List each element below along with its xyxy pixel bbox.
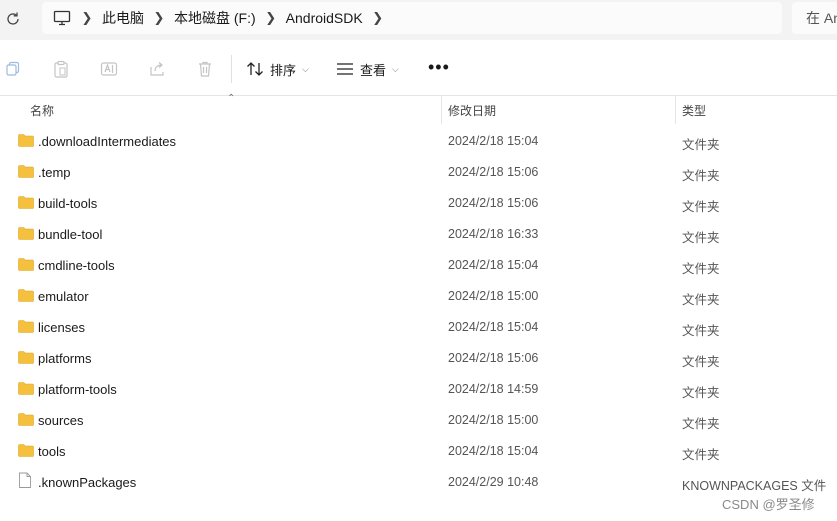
view-list-icon: [337, 63, 353, 75]
copy-icon[interactable]: [2, 58, 24, 80]
file-name: platforms: [38, 351, 92, 366]
file-name: build-tools: [38, 196, 98, 211]
folder-icon: [18, 381, 34, 395]
folder-icon: [18, 319, 34, 333]
file-row[interactable]: .knownPackages 2024/2/29 10:48 KNOWNPACK…: [0, 467, 837, 498]
file-type: 文件夹: [682, 138, 720, 152]
file-row[interactable]: licenses 2024/2/18 15:04 文件夹: [0, 312, 837, 343]
file-modified: 2024/2/29 10:48: [448, 475, 539, 489]
file-name: emulator: [38, 289, 89, 304]
file-type: 文件夹: [682, 231, 720, 245]
address-box[interactable]: ❯ 此电脑 ❯ 本地磁盘 (F:) ❯ AndroidSDK ❯: [42, 2, 782, 34]
folder-icon: [18, 412, 34, 426]
this-pc-icon[interactable]: [52, 8, 72, 28]
file-row[interactable]: .downloadIntermediates 2024/2/18 15:04 文…: [0, 126, 837, 157]
sort-button[interactable]: 排序 ⌵: [246, 56, 309, 82]
breadcrumb-drive-f[interactable]: 本地磁盘 (F:): [174, 8, 256, 28]
view-button[interactable]: 查看 ⌵: [336, 56, 399, 82]
breadcrumb-this-pc[interactable]: 此电脑: [102, 8, 144, 28]
folder-icon: [18, 226, 34, 240]
file-name: licenses: [38, 320, 85, 335]
file-row[interactable]: platform-tools 2024/2/18 14:59 文件夹: [0, 374, 837, 405]
file-name: tools: [38, 444, 66, 459]
file-modified: 2024/2/18 15:04: [448, 444, 539, 458]
column-header-row: ⌃ 名称 修改日期 类型: [0, 93, 837, 124]
file-row[interactable]: .temp 2024/2/18 15:06 文件夹: [0, 157, 837, 188]
sort-label: 排序: [270, 62, 297, 78]
sort-ascending-icon: ⌃: [227, 93, 236, 104]
folder-icon: [18, 195, 34, 209]
file-type: 文件夹: [682, 355, 720, 369]
file-modified: 2024/2/18 15:04: [448, 258, 539, 272]
file-type: 文件夹: [682, 448, 720, 462]
breadcrumb-chevron-icon[interactable]: ❯: [363, 10, 393, 26]
file-row[interactable]: platforms 2024/2/18 15:06 文件夹: [0, 343, 837, 374]
file-row[interactable]: sources 2024/2/18 15:00 文件夹: [0, 405, 837, 436]
file-icon: [18, 472, 34, 488]
rename-icon[interactable]: [98, 58, 120, 80]
folder-icon: [18, 350, 34, 364]
file-type: KNOWNPACKAGES 文件: [682, 479, 827, 493]
file-modified: 2024/2/18 16:33: [448, 227, 539, 241]
file-type: 文件夹: [682, 386, 720, 400]
breadcrumb-chevron-icon[interactable]: ❯: [72, 10, 102, 26]
command-bar: 排序 ⌵ 查看 ⌵ •••: [0, 40, 837, 96]
file-name: bundle-tool: [38, 227, 103, 242]
file-type: 文件夹: [682, 324, 720, 338]
column-header-name[interactable]: 名称: [30, 102, 54, 119]
search-input[interactable]: 在 An: [792, 2, 837, 34]
file-name: sources: [38, 413, 84, 428]
toolbar-divider: [231, 55, 232, 83]
folder-icon: [18, 257, 34, 271]
column-header-type[interactable]: 类型: [682, 102, 706, 119]
breadcrumb-chevron-icon[interactable]: ❯: [144, 10, 174, 26]
file-type: 文件夹: [682, 417, 720, 431]
view-label: 查看: [360, 62, 387, 78]
watermark: CSDN @罗圣修: [722, 497, 815, 512]
file-row[interactable]: emulator 2024/2/18 15:00 文件夹: [0, 281, 837, 312]
file-type: 文件夹: [682, 262, 720, 276]
folder-icon: [18, 133, 34, 147]
file-name: .downloadIntermediates: [38, 134, 177, 149]
folder-icon: [18, 288, 34, 302]
file-modified: 2024/2/18 14:59: [448, 382, 539, 396]
sort-icon: [247, 62, 263, 76]
file-modified: 2024/2/18 15:04: [448, 320, 539, 334]
file-modified: 2024/2/18 15:06: [448, 196, 539, 210]
file-modified: 2024/2/18 15:06: [448, 351, 539, 365]
file-row[interactable]: build-tools 2024/2/18 15:06 文件夹: [0, 188, 837, 219]
file-row[interactable]: tools 2024/2/18 15:04 文件夹: [0, 436, 837, 467]
file-modified: 2024/2/18 15:06: [448, 165, 539, 179]
folder-icon: [18, 164, 34, 178]
file-name: cmdline-tools: [38, 258, 115, 273]
chevron-down-icon: ⌵: [392, 63, 399, 74]
file-row[interactable]: bundle-tool 2024/2/18 16:33 文件夹: [0, 219, 837, 250]
chevron-down-icon: ⌵: [302, 63, 309, 74]
breadcrumb-chevron-icon[interactable]: ❯: [256, 10, 286, 26]
more-options-button[interactable]: •••: [428, 57, 450, 78]
column-divider[interactable]: [675, 96, 676, 124]
refresh-icon[interactable]: [2, 8, 24, 30]
file-name: .knownPackages: [38, 475, 137, 490]
file-name: .temp: [38, 165, 71, 180]
paste-icon[interactable]: [50, 58, 72, 80]
column-divider[interactable]: [441, 96, 442, 124]
file-modified: 2024/2/18 15:00: [448, 413, 539, 427]
file-modified: 2024/2/18 15:00: [448, 289, 539, 303]
file-type: 文件夹: [682, 293, 720, 307]
file-row[interactable]: cmdline-tools 2024/2/18 15:04 文件夹: [0, 250, 837, 281]
delete-icon[interactable]: [194, 58, 216, 80]
share-icon[interactable]: [146, 58, 168, 80]
breadcrumb-androidsdk[interactable]: AndroidSDK: [286, 10, 363, 26]
column-header-modified[interactable]: 修改日期: [448, 102, 496, 119]
address-bar-row: ❯ 此电脑 ❯ 本地磁盘 (F:) ❯ AndroidSDK ❯ 在 An: [0, 0, 837, 40]
folder-icon: [18, 443, 34, 457]
file-name: platform-tools: [38, 382, 117, 397]
file-type: 文件夹: [682, 200, 720, 214]
file-modified: 2024/2/18 15:04: [448, 134, 539, 148]
file-type: 文件夹: [682, 169, 720, 183]
